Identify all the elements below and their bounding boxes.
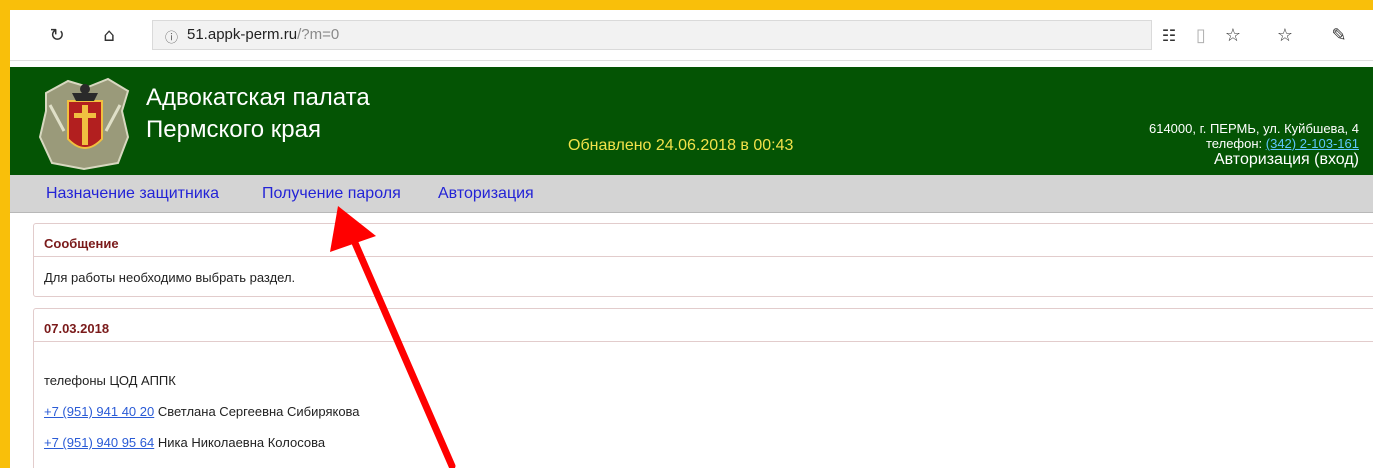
reading-view-icon[interactable]: ▯	[1188, 22, 1214, 48]
contact-name: Светлана Сергеевна Сибирякова	[157, 404, 360, 419]
pen-icon[interactable]: ✎	[1326, 22, 1352, 48]
browser-toolbar: ↻ ⌂ ⓘ 51.appk-perm.ru/?m=0 ☷ ▯ ☆ ☆ ✎	[10, 10, 1373, 61]
favorites-list-icon[interactable]: ☆	[1272, 22, 1298, 48]
contact-phone-link[interactable]: +7 (951) 941 40 20	[44, 404, 154, 419]
nav-item-get-password[interactable]: Получение пароля	[262, 185, 401, 203]
nav-item-authorization[interactable]: Авторизация	[438, 185, 534, 203]
message-text: Для работы необходимо выбрать раздел.	[44, 270, 296, 285]
site-title-line1: Адвокатская палата	[146, 84, 370, 111]
site-header: Адвокатская палата Пермского края Обнавл…	[10, 67, 1373, 175]
info-icon[interactable]: ⓘ	[165, 27, 178, 46]
home-icon[interactable]: ⌂	[96, 22, 122, 48]
extension-icon[interactable]: ☷	[1156, 22, 1182, 48]
message-title: Сообщение	[34, 224, 1373, 257]
contact-block: 614000, г. ПЕРМЬ, ул. Куйбшева, 4 телефо…	[1149, 121, 1359, 169]
site-title-line2: Пермского края	[146, 116, 321, 143]
address-bar[interactable]: ⓘ 51.appk-perm.ru/?m=0	[152, 20, 1152, 50]
contact-row: +7 (951) 941 40 20 Светлана Сергеевна Си…	[44, 403, 1373, 420]
news-body: телефоны ЦОД АППК +7 (951) 941 40 20 Све…	[34, 342, 1373, 451]
updated-timestamp: Обнавлено 24.06.2018 в 00:43	[568, 137, 794, 154]
address-text: 614000, г. ПЕРМЬ, ул. Куйбшева, 4	[1148, 121, 1359, 136]
site-title: Адвокатская палата Пермского края	[146, 82, 370, 146]
browser-window: ↻ ⌂ ⓘ 51.appk-perm.ru/?m=0 ☷ ▯ ☆ ☆ ✎ Адв…	[10, 10, 1373, 468]
contact-row: +7 (951) 940 95 64 Ника Николаевна Колос…	[44, 434, 1373, 451]
message-panel: Сообщение Для работы необходимо выбрать …	[33, 223, 1373, 297]
news-heading: телефоны ЦОД АППК	[44, 373, 176, 388]
contact-phone-link[interactable]: +7 (951) 940 95 64	[44, 435, 154, 450]
phone-label: телефон:	[1206, 136, 1263, 151]
nav-item-assign-defender[interactable]: Назначение защитника	[46, 185, 219, 203]
coat-of-arms-logo	[38, 77, 130, 171]
main-nav: Назначение защитника Получение пароля Ав…	[10, 175, 1373, 213]
address-url[interactable]: 51.appk-perm.ru/?m=0	[187, 26, 339, 43]
contact-name: Ника Николаевна Колосова	[157, 435, 326, 450]
refresh-icon[interactable]: ↻	[44, 22, 70, 48]
login-link[interactable]: Авторизация (вход)	[1149, 151, 1359, 169]
phone-line: телефон: (342) 2-103-161	[1149, 136, 1359, 151]
favorite-star-icon[interactable]: ☆	[1220, 22, 1246, 48]
phone-link[interactable]: (342) 2-103-161	[1266, 136, 1359, 151]
news-panel: 07.03.2018 телефоны ЦОД АППК +7 (951) 94…	[33, 308, 1373, 468]
news-date: 07.03.2018	[34, 309, 1373, 342]
